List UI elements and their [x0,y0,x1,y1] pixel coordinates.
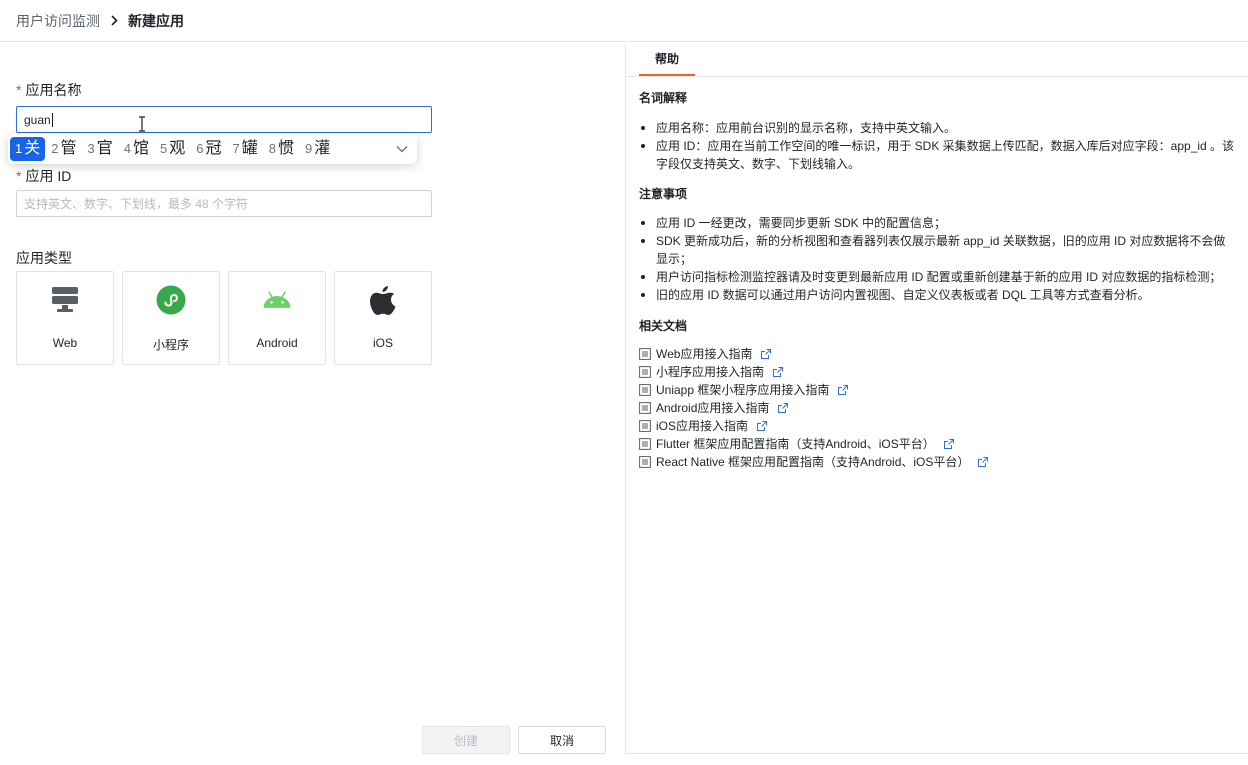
list-item: 用户访问指标检测监控器请及时变更到最新应用 ID 配置或重新创建基于新的应用 I… [639,268,1237,286]
page-title: 新建应用 [128,12,184,29]
monitor-icon [50,285,80,315]
external-link-icon[interactable] [977,456,989,468]
required-mark: * [16,168,22,184]
document-icon [639,384,651,396]
app-type-name: Android [256,336,298,350]
ime-candidate[interactable]: 3官 [83,137,118,161]
app-id-placeholder: 支持英文、数字、下划线，最多 48 个字符 [24,197,249,211]
app-type-name: iOS [372,336,393,350]
glossary-list: 应用名称：应用前台识别的显示名称，支持中英文输入。 应用 ID：应用在当前工作空… [639,119,1237,173]
text-cursor-icon [139,116,145,132]
list-item: Web应用接入指南 [639,345,989,363]
chevron-right-icon [110,15,118,26]
list-item: SDK 更新成功后，新的分析视图和查看器列表仅展示最新 app_id 关联数据，… [639,232,1237,268]
doc-link[interactable]: Web应用接入指南 [656,345,752,363]
list-item: 小程序应用接入指南 [639,363,989,381]
docs-title: 相关文档 [639,319,688,333]
miniprogram-icon [156,285,186,315]
document-icon [639,366,651,378]
ime-candidate[interactable]: 9灌 [300,137,335,161]
doc-link[interactable]: React Native 框架应用配置指南（支持Android、iOS平台） [656,453,969,471]
app-type-ios[interactable]: iOS [334,271,432,365]
ime-candidate[interactable]: 5观 [155,137,190,161]
list-item: iOS应用接入指南 [639,417,989,435]
app-name-label: * 应用名称 [16,82,82,98]
external-link-icon[interactable] [777,402,789,414]
notes-list: 应用 ID 一经更改，需要同步更新 SDK 中的配置信息； SDK 更新成功后，… [639,214,1237,304]
document-icon [639,402,651,414]
document-icon [639,456,651,468]
external-link-icon[interactable] [837,384,849,396]
list-item: Flutter 框架应用配置指南（支持Android、iOS平台） [639,435,989,453]
breadcrumb-parent-link[interactable]: 用户访问监测 [16,11,100,31]
breadcrumb: 用户访问监测 新建应用 [0,0,1248,42]
app-name-input[interactable]: guan [16,106,432,133]
doc-link[interactable]: Android应用接入指南 [656,399,769,417]
external-link-icon[interactable] [756,420,768,432]
external-link-icon[interactable] [943,438,955,450]
glossary-title: 名词解释 [639,91,688,105]
app-id-label: * 应用 ID [16,168,72,184]
chevron-down-icon[interactable] [395,142,409,156]
doc-link[interactable]: Flutter 框架应用配置指南（支持Android、iOS平台） [656,435,935,453]
doc-link[interactable]: 小程序应用接入指南 [656,363,764,381]
apple-icon [368,285,398,315]
text-caret [51,112,53,127]
app-type-name: 小程序 [152,338,189,352]
notes-title: 注意事项 [639,187,688,201]
cancel-button[interactable]: 取消 [518,726,606,754]
app-type-miniprogram[interactable]: 小程序 [122,271,220,365]
list-item: 旧的应用 ID 数据可以通过用户访问内置视图、自定义仪表板或者 DQL 工具等方… [639,286,1237,304]
list-item: 应用 ID 一经更改，需要同步更新 SDK 中的配置信息； [639,214,1237,232]
list-item: 应用名称：应用前台识别的显示名称，支持中英文输入。 [639,119,1237,137]
tab-divider [626,76,1248,77]
create-button[interactable]: 创建 [422,726,510,754]
app-name-value: guan [24,112,51,127]
list-item: React Native 框架应用配置指南（支持Android、iOS平台） [639,453,989,471]
app-type-label: 应用类型 [16,250,72,266]
ime-candidate-bar: 1关 2管 3官 4馆 5观 6冠 7罐 8惯 9灌 [8,134,417,164]
document-icon [639,420,651,432]
app-type-web[interactable]: Web [16,271,114,365]
doc-link[interactable]: iOS应用接入指南 [656,417,748,435]
ime-candidate[interactable]: 6冠 [191,137,226,161]
list-item: 应用 ID：应用在当前工作空间的唯一标识，用于 SDK 采集数据上传匹配，数据入… [639,137,1237,173]
app-type-name: Web [52,336,78,350]
ime-candidate[interactable]: 1关 [10,137,46,161]
app-id-input[interactable]: 支持英文、数字、下划线，最多 48 个字符 [16,190,432,217]
app-type-android[interactable]: Android [228,271,326,365]
ime-candidate[interactable]: 8惯 [264,137,299,161]
external-link-icon[interactable] [760,348,772,360]
document-icon [639,348,651,360]
create-app-form: * 应用名称 guan 1关 2管 3官 4馆 5观 6冠 7罐 8惯 9灌 * 应… [0,43,625,765]
doc-link[interactable]: Uniapp 框架小程序应用接入指南 [656,381,829,399]
required-mark: * [16,82,22,98]
list-item: Android应用接入指南 [639,399,989,417]
document-icon [639,438,651,450]
help-panel: 帮助 名词解释 应用名称：应用前台识别的显示名称，支持中英文输入。 应用 ID：… [625,43,1248,754]
external-link-icon[interactable] [772,366,784,378]
list-item: Uniapp 框架小程序应用接入指南 [639,381,989,399]
android-icon [262,285,292,315]
tab-help[interactable]: 帮助 [639,43,695,76]
ime-candidate[interactable]: 2管 [46,137,81,161]
ime-candidate[interactable]: 4馆 [119,137,154,161]
docs-list: Web应用接入指南 小程序应用接入指南 Uniapp 框架小程序应用接入指南 A… [639,345,989,471]
ime-candidate[interactable]: 7罐 [228,137,263,161]
